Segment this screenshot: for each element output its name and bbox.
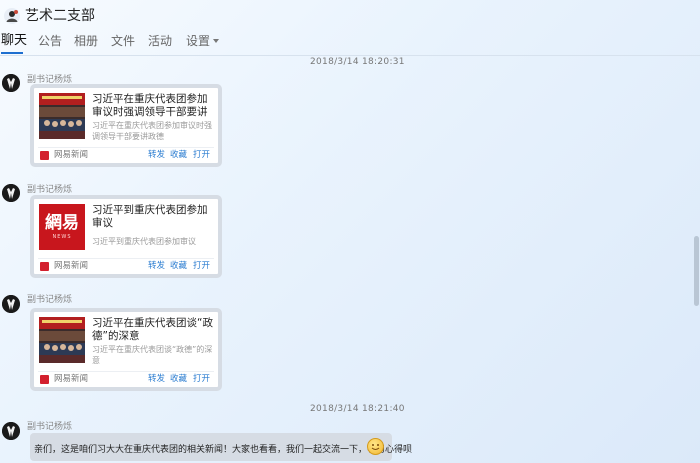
netease-news-icon	[40, 375, 49, 384]
message-timestamp: 2018/3/14 18:20:31	[310, 57, 405, 67]
sender-avatar[interactable]	[2, 74, 20, 92]
avatar-icon	[2, 422, 20, 440]
forward-button[interactable]: 转发	[148, 260, 165, 272]
news-card-title: 习近平到重庆代表团参加审议	[92, 204, 208, 229]
news-thumbnail: 網易 NEWS	[39, 204, 85, 250]
forward-button[interactable]: 转发	[148, 149, 165, 161]
smile-emoji-icon	[367, 438, 384, 455]
tab-settings[interactable]: 设置	[186, 32, 220, 50]
netease-logo-text: 網易	[45, 213, 79, 233]
avatar-icon	[2, 74, 20, 92]
tab-album[interactable]: 相册	[74, 32, 98, 50]
open-button[interactable]: 打开	[193, 373, 210, 385]
news-card-footer: 网易新闻 转发 收藏 打开	[34, 372, 218, 387]
sender-name: 副书记杨烁	[27, 185, 73, 195]
news-card-description: 习近平在重庆代表团谈“政德”的深意	[92, 345, 213, 365]
tab-announcement[interactable]: 公告	[38, 32, 62, 50]
news-card-body[interactable]: 網易 NEWS 习近平到重庆代表团参加审议 习近平到重庆代表团参加审议	[34, 199, 218, 257]
favorite-button[interactable]: 收藏	[170, 149, 187, 161]
netease-news-icon	[40, 262, 49, 271]
tab-activity[interactable]: 活动	[148, 32, 172, 50]
tab-chat[interactable]: 聊天	[1, 32, 27, 50]
sender-avatar[interactable]	[2, 295, 20, 313]
news-card[interactable]: 习近平在重庆代表团参加审议时强调领导干部要讲政德 习近平在重庆代表团参加审议时强…	[30, 84, 222, 167]
netease-news-icon	[40, 151, 49, 160]
avatar-icon	[2, 295, 20, 313]
message-text: 亲们，这是咱们习大大在重庆代表团的相关新闻！大家也看看，我们一起交流一下，学习心…	[34, 445, 413, 455]
open-button[interactable]: 打开	[193, 149, 210, 161]
title-bar: 艺术二支部	[0, 0, 700, 30]
active-tab-indicator	[1, 52, 23, 54]
text-message-bubble[interactable]: 亲们，这是咱们习大大在重庆代表团的相关新闻！大家也看看，我们一起交流一下，学习心…	[30, 433, 412, 461]
smile-face-icon	[371, 444, 380, 450]
news-card-title: 习近平在重庆代表团参加审议时强调领导干部要讲政德	[92, 93, 208, 118]
netease-logo-subtext: NEWS	[52, 234, 72, 240]
sender-avatar[interactable]	[2, 184, 20, 202]
tab-bar: 聊天 公告 相册 文件 活动 设置	[0, 32, 700, 54]
sender-avatar[interactable]	[2, 422, 20, 440]
avatar-icon	[2, 184, 20, 202]
news-card-footer: 网易新闻 转发 收藏 打开	[34, 148, 218, 163]
tab-settings-label: 设置	[186, 34, 211, 48]
chat-area[interactable]: 2018/3/14 18:20:31 副书记杨烁 习近平在重庆代表团参加审议时强…	[0, 56, 692, 463]
favorite-button[interactable]: 收藏	[170, 260, 187, 272]
news-card-title: 习近平在重庆代表团谈“政德”的深意	[92, 317, 213, 342]
group-title: 艺术二支部	[25, 8, 95, 24]
news-card-description: 习近平到重庆代表团参加审议	[92, 237, 196, 246]
news-source: 网易新闻	[54, 261, 89, 271]
forward-button[interactable]: 转发	[148, 373, 165, 385]
news-source: 网易新闻	[54, 150, 89, 160]
news-thumbnail	[39, 93, 85, 139]
news-card-body[interactable]: 习近平在重庆代表团参加审议时强调领导干部要讲政德 习近平在重庆代表团参加审议时强…	[34, 88, 218, 146]
sender-name: 副书记杨烁	[27, 422, 73, 432]
chat-scrollbar[interactable]	[692, 56, 700, 463]
favorite-button[interactable]: 收藏	[170, 373, 187, 385]
sender-name: 副书记杨烁	[27, 295, 73, 305]
news-card[interactable]: 习近平在重庆代表团谈“政德”的深意 习近平在重庆代表团谈“政德”的深意 网易新闻…	[30, 308, 222, 391]
news-source: 网易新闻	[54, 374, 89, 384]
open-button[interactable]: 打开	[193, 260, 210, 272]
message-timestamp: 2018/3/14 18:21:40	[310, 404, 405, 414]
news-card-body[interactable]: 习近平在重庆代表团谈“政德”的深意 习近平在重庆代表团谈“政德”的深意	[34, 312, 218, 370]
chevron-down-icon	[213, 39, 220, 43]
news-card-footer: 网易新闻 转发 收藏 打开	[34, 259, 218, 274]
news-card-description: 习近平在重庆代表团参加审议时强调领导干部要讲政德	[92, 121, 212, 141]
news-thumbnail	[39, 317, 85, 363]
news-card[interactable]: 網易 NEWS 习近平到重庆代表团参加审议 习近平到重庆代表团参加审议 网易新闻…	[30, 195, 222, 278]
tab-files[interactable]: 文件	[111, 32, 135, 50]
scrollbar-thumb[interactable]	[694, 236, 699, 306]
group-avatar-icon	[4, 8, 20, 24]
